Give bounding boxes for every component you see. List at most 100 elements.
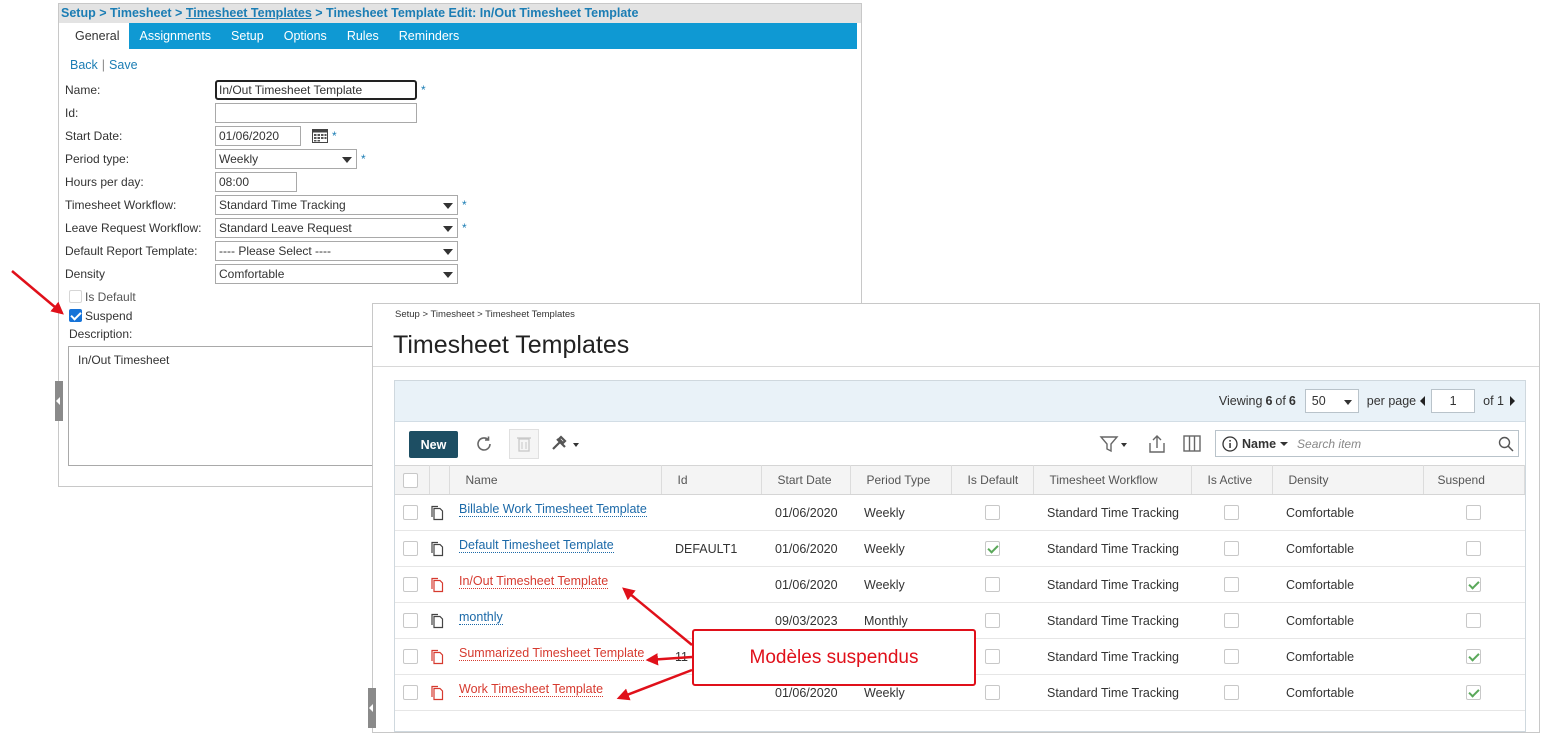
density-label: Density [65, 267, 106, 281]
column-header-start-date[interactable]: Start Date [761, 465, 851, 495]
row-period-type-cell: Weekly [850, 494, 951, 531]
new-button[interactable]: New [409, 431, 458, 458]
collapse-handle[interactable] [55, 381, 63, 421]
prev-page-icon[interactable] [1420, 396, 1426, 406]
start-date-input[interactable]: 01/06/2020 [215, 126, 301, 146]
row-select-checkbox[interactable] [403, 505, 418, 521]
is-default-checkbox[interactable] [69, 290, 82, 303]
hours-per-day-input[interactable]: 08:00 [215, 172, 297, 192]
column-header-period-type[interactable]: Period Type [850, 465, 952, 495]
id-label: Id: [65, 106, 79, 120]
tab-options[interactable]: Options [274, 23, 337, 49]
info-icon [1222, 435, 1238, 452]
row-density-cell: Comfortable [1272, 602, 1423, 639]
columns-icon[interactable] [1181, 433, 1203, 455]
search-icon[interactable] [1498, 436, 1514, 452]
template-name-link[interactable]: Summarized Timesheet Template [459, 646, 645, 661]
template-name-link[interactable]: In/Out Timesheet Template [459, 574, 609, 589]
period-type-row: Period type: Weekly * [65, 149, 855, 169]
viewing-total: 6 [1288, 394, 1296, 408]
period-type-select[interactable]: Weekly [215, 149, 357, 169]
chevron-down-icon [443, 203, 453, 209]
column-header-is-default[interactable]: Is Default [951, 465, 1034, 495]
save-link[interactable]: Save [109, 58, 138, 72]
breadcrumb-setup-timesheet[interactable]: Setup > Timesheet > [61, 6, 186, 20]
title-divider [373, 366, 1539, 367]
calendar-icon[interactable] [312, 128, 328, 143]
tab-assignments[interactable]: Assignments [129, 23, 221, 49]
export-icon[interactable] [1146, 433, 1168, 455]
row-name-cell: In/Out Timesheet Template [449, 566, 661, 603]
tab-general[interactable]: General [65, 23, 130, 49]
suspend-checkbox[interactable] [69, 309, 82, 322]
row-name-cell: Billable Work Timesheet Template [449, 494, 661, 531]
column-header-name[interactable]: Name [449, 465, 662, 495]
leave-request-workflow-select[interactable]: Standard Leave Request [215, 218, 458, 238]
collapse-handle[interactable] [368, 688, 376, 728]
chevron-down-icon[interactable] [1279, 440, 1289, 448]
next-page-icon[interactable] [1510, 396, 1515, 406]
tab-setup[interactable]: Setup [221, 23, 274, 49]
row-is-active-cell [1191, 494, 1272, 531]
search-field-select[interactable]: Name [1242, 437, 1276, 451]
description-textarea[interactable]: In/Out Timesheet [68, 346, 378, 466]
select-all-checkbox[interactable] [403, 472, 418, 488]
list-breadcrumb[interactable]: Setup > Timesheet > Timesheet Templates [395, 309, 575, 320]
row-select-checkbox[interactable] [403, 577, 418, 593]
refresh-icon[interactable] [473, 433, 495, 455]
row-select-cell [395, 602, 429, 639]
is-default-checkbox [984, 685, 1000, 701]
row-select-checkbox[interactable] [403, 541, 418, 557]
timesheet-workflow-row: Timesheet Workflow: Standard Time Tracki… [65, 195, 855, 215]
default-report-template-select[interactable]: ---- Please Select ---- [215, 241, 458, 261]
table-row[interactable]: In/Out Timesheet Template 01/06/2020 Weekl… [395, 566, 1525, 603]
row-workflow-cell: Standard Time Tracking [1033, 494, 1191, 531]
page-size-select[interactable]: 50 [1304, 389, 1359, 413]
timesheet-workflow-select[interactable]: Standard Time Tracking [215, 195, 458, 215]
template-name-link[interactable]: Billable Work Timesheet Template [459, 502, 647, 517]
row-id-cell: DEFAULT1 [661, 530, 761, 567]
copy-template-icon[interactable] [429, 577, 445, 593]
copy-template-icon[interactable] [429, 613, 445, 629]
row-select-checkbox[interactable] [403, 613, 418, 629]
breadcrumb-timesheet-templates-link[interactable]: Timesheet Templates [186, 6, 312, 20]
delete-icon[interactable] [509, 429, 539, 459]
table-row[interactable]: Default Timesheet Template DEFAULT1 01/06/… [395, 530, 1525, 567]
column-header-is-active[interactable]: Is Active [1191, 465, 1273, 495]
copy-template-icon[interactable] [429, 685, 445, 701]
column-header-density[interactable]: Density [1272, 465, 1424, 495]
column-header-timesheet-workflow[interactable]: Timesheet Workflow [1033, 465, 1192, 495]
column-header-suspend[interactable]: Suspend [1423, 465, 1525, 495]
template-name-link[interactable]: monthly [459, 610, 503, 625]
table-header-row: Name Id Start Date Period Type Is Defaul… [395, 465, 1525, 495]
suspend-checkbox [1466, 577, 1482, 593]
search-box: Name [1215, 430, 1519, 457]
name-input[interactable]: In/Out Timesheet Template [215, 80, 417, 100]
copy-template-icon[interactable] [429, 541, 445, 557]
search-input[interactable] [1297, 436, 1488, 451]
row-icon-cell [429, 602, 449, 639]
row-select-checkbox[interactable] [403, 685, 418, 701]
row-density-cell: Comfortable [1272, 638, 1423, 675]
row-name-cell: Default Timesheet Template [449, 530, 661, 567]
table-row[interactable]: Billable Work Timesheet Template 01/06/20… [395, 494, 1525, 531]
tools-icon[interactable] [549, 433, 583, 455]
filter-icon[interactable] [1098, 433, 1130, 455]
copy-template-icon[interactable] [429, 505, 445, 521]
density-row: Density Comfortable [65, 264, 855, 284]
is-active-checkbox [1224, 505, 1239, 521]
row-id-cell [661, 566, 761, 603]
column-header-id[interactable]: Id [661, 465, 762, 495]
back-link[interactable]: Back [70, 58, 98, 72]
row-period-type-cell: Weekly [850, 566, 951, 603]
page-number-input[interactable]: 1 [1431, 389, 1476, 413]
template-name-link[interactable]: Work Timesheet Template [459, 682, 604, 697]
template-name-link[interactable]: Default Timesheet Template [459, 538, 614, 553]
id-input[interactable] [215, 103, 417, 123]
row-icon-cell [429, 674, 449, 711]
density-select[interactable]: Comfortable [215, 264, 458, 284]
tab-reminders[interactable]: Reminders [389, 23, 469, 49]
tab-rules[interactable]: Rules [337, 23, 389, 49]
copy-template-icon[interactable] [429, 649, 445, 665]
row-select-checkbox[interactable] [403, 649, 418, 665]
